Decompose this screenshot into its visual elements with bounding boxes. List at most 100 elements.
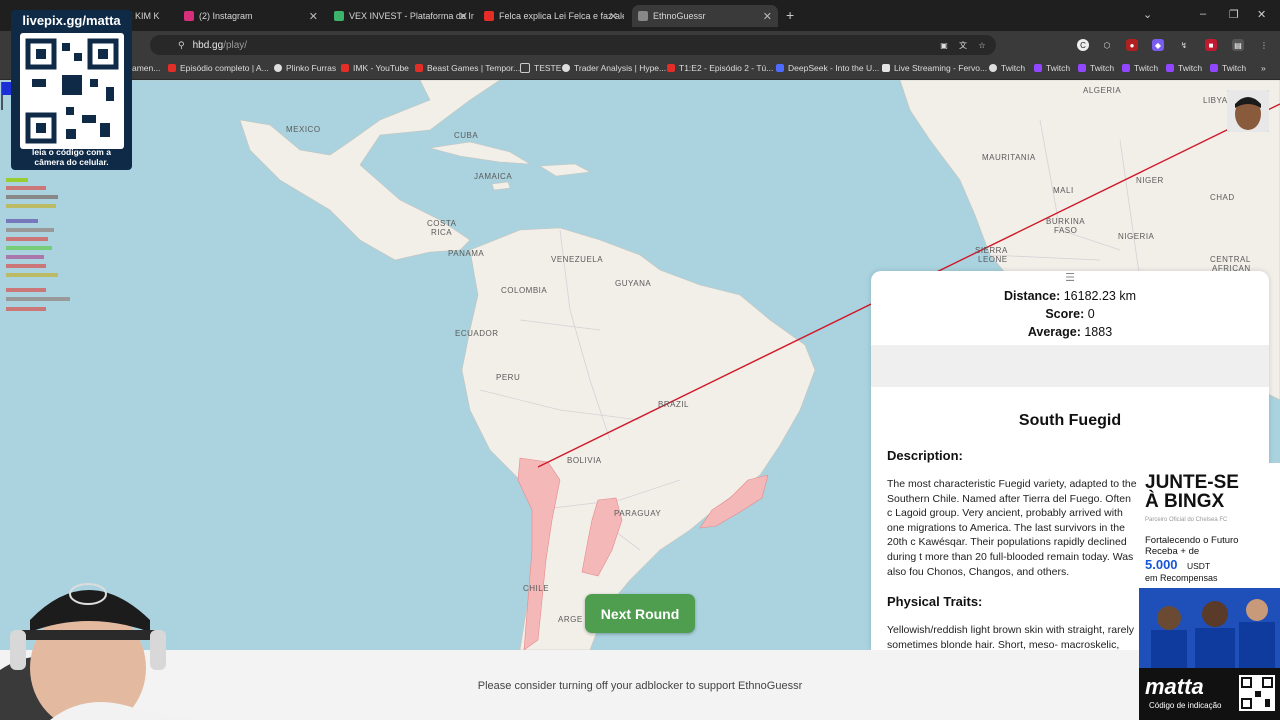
map-label: VENEZUELA	[551, 255, 604, 264]
globe-icon	[562, 64, 570, 72]
close-window-button[interactable]: ✕	[1257, 8, 1266, 21]
tab-label: (2) Instagram	[199, 11, 253, 21]
divider-bar	[871, 345, 1269, 387]
map-label: NIGER	[1136, 176, 1164, 185]
chat-line	[6, 178, 28, 182]
bookmark-item[interactable]: Twitch	[1078, 63, 1114, 73]
vex-icon	[334, 11, 344, 21]
bookmark-item[interactable]: Beast Games | Tempor...	[415, 63, 520, 73]
map-label: JAMAICA	[474, 172, 513, 181]
ad-heading: JUNTE-SE À BINGX	[1145, 472, 1239, 512]
tab-list-chevron-icon[interactable]: ⌄	[1143, 8, 1152, 21]
extension-red-icon[interactable]: ●	[1126, 39, 1138, 51]
chat-line	[6, 288, 46, 292]
map-label: BRAZIL	[658, 400, 690, 409]
extension-purple-icon[interactable]: ◆	[1152, 39, 1164, 51]
map-label: PERU	[496, 373, 521, 382]
map-label: PARAGUAY	[614, 509, 662, 518]
traits-heading: Physical Traits:	[887, 594, 983, 609]
tab-ethnoguessr[interactable]: EthnoGuessr ✕	[632, 5, 778, 27]
twitch-icon	[1122, 64, 1130, 72]
map-label: COLOMBIA	[501, 286, 548, 295]
bookmark-item[interactable]: Twitch	[989, 63, 1025, 73]
youtube-icon	[415, 64, 423, 72]
traits-text: Yellowish/reddish light brown skin with …	[887, 624, 1135, 650]
bookmark-item[interactable]: Trader Analysis | Hype...	[562, 63, 666, 73]
map-label: MAURITANIA	[982, 153, 1036, 162]
chat-line	[6, 255, 44, 259]
bookmark-item[interactable]: Twitch	[1122, 63, 1158, 73]
close-icon[interactable]: ✕	[609, 10, 618, 23]
tab-youtube[interactable]: Felca explica Lei Felca e faz aler ✕	[484, 5, 624, 27]
bookmark-item[interactable]: amen...	[132, 63, 160, 73]
map-label: MALI	[1053, 186, 1074, 195]
youtube-icon	[484, 11, 494, 21]
close-icon[interactable]: ✕	[763, 10, 772, 23]
youtube-icon	[168, 64, 176, 72]
bookmark-item[interactable]: T1:E2 - Episódio 2 - Tú...	[667, 63, 773, 73]
bookmark-star-icon[interactable]: ☆	[976, 39, 988, 51]
average-row: Average: 1883	[871, 323, 1269, 341]
address-bar[interactable]: ⚲ hbd.gg/play/	[150, 35, 996, 55]
average-value: 1883	[1084, 325, 1113, 339]
close-icon[interactable]: ✕	[309, 10, 318, 23]
new-tab-button[interactable]: +	[786, 7, 794, 23]
bookmark-item[interactable]: Live Streaming - Fervo...	[882, 63, 987, 73]
map-label: CUBA	[454, 131, 479, 140]
deepseek-icon	[776, 64, 784, 72]
translate-icon[interactable]: 文	[957, 39, 969, 51]
bookmark-item[interactable]: DeepSeek - Into the U...	[776, 63, 879, 73]
menu-kebab-icon[interactable]: ⋮	[1258, 39, 1270, 51]
chat-line	[6, 204, 56, 208]
chat-line	[6, 228, 54, 232]
youtube-icon	[341, 64, 349, 72]
ad-players-image	[1139, 588, 1280, 678]
bookmark-item[interactable]: Episódio completo | A...	[168, 63, 269, 73]
bookmark-item[interactable]: Twitch	[1166, 63, 1202, 73]
address-row: ⚲ hbd.gg/play/ ▣ 文 ☆ C ⬡ ● ◆ ↯ ■ ▤ ⋮	[0, 31, 1280, 59]
chat-line	[6, 237, 48, 241]
qr-caption: leia o código com a câmera do celular.	[32, 147, 111, 167]
extension-c-icon[interactable]: C	[1077, 39, 1089, 51]
bookmark-folder[interactable]: TESTE	[520, 63, 561, 73]
extension-arrow-icon[interactable]: ↯	[1178, 39, 1190, 51]
tab-instagram[interactable]: (2) Instagram ✕	[184, 5, 324, 27]
extension-off-icon[interactable]: ▤	[1232, 39, 1244, 51]
distance-row: Distance: 16182.23 km	[871, 287, 1269, 305]
bookmarks-overflow-icon[interactable]: »	[1261, 63, 1266, 73]
map-label: ARGE	[558, 615, 583, 624]
site-info-icon[interactable]: ⚲	[178, 40, 185, 51]
bookmark-item[interactable]: Plinko Furras	[274, 63, 336, 73]
adblock-icon[interactable]: ■	[1205, 39, 1217, 51]
install-icon[interactable]: ▣	[938, 39, 950, 51]
close-icon[interactable]: ✕	[459, 10, 468, 23]
chat-line	[6, 219, 38, 223]
map-label: COSTA	[427, 219, 457, 228]
globe-icon	[989, 64, 997, 72]
score-label: Score:	[1045, 307, 1085, 321]
bookmark-item[interactable]: Twitch	[1210, 63, 1246, 73]
bookmark-item[interactable]: Twitch	[1034, 63, 1070, 73]
next-round-button[interactable]: Next Round	[585, 594, 695, 633]
drag-handle-icon[interactable]: ☰	[871, 271, 1269, 285]
extension-puzzle-icon[interactable]: ⬡	[1101, 39, 1113, 51]
map-label: ALGERIA	[1083, 86, 1122, 95]
map-label: CHAD	[1210, 193, 1235, 202]
twitch-icon	[1166, 64, 1174, 72]
url-host: hbd.gg	[192, 39, 224, 51]
ad-subtitle: Parceiro Oficial do Chelsea FC	[1145, 517, 1228, 523]
map-label: ECUADOR	[455, 329, 499, 338]
tab-vex-invest[interactable]: VEX INVEST - Plataforma de Inv ✕	[334, 5, 474, 27]
chat-line	[6, 307, 46, 311]
tab-label: EthnoGuessr	[653, 11, 706, 21]
map-label: BURKINA	[1046, 217, 1086, 226]
folder-icon	[520, 63, 530, 73]
maximize-button[interactable]: ❐	[1229, 8, 1239, 21]
bookmark-item[interactable]: IMK - YouTube	[341, 63, 409, 73]
globe-icon	[274, 64, 282, 72]
minimize-button[interactable]: –	[1200, 8, 1206, 20]
map-label: NIGERIA	[1118, 232, 1155, 241]
twitch-icon	[1210, 64, 1218, 72]
tab-label: Felca explica Lei Felca e faz aler	[499, 11, 624, 21]
chat-line	[6, 297, 70, 301]
